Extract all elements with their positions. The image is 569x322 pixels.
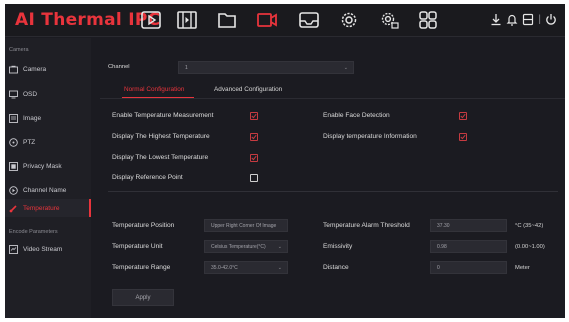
temperature-range-select[interactable]: 35.0-42.0°C ⌄ (204, 261, 288, 274)
sidebar-item-label: Privacy Mask (23, 162, 62, 170)
power-icon[interactable] (545, 13, 557, 26)
display-reference-point-label: Display Reference Point (112, 174, 183, 181)
sidebar-item-label: Channel Name (23, 186, 67, 194)
main-panel: Channel 1 ⌄ Normal Configuration Advance… (100, 38, 565, 318)
temperature-position-select[interactable]: Upper Right Corner Of Image (204, 219, 288, 232)
display-temperature-information-label: Display temperature Information (323, 133, 417, 140)
enable-face-detection-checkbox[interactable] (459, 112, 467, 120)
sidebar-item-image[interactable]: Image (5, 109, 91, 127)
top-bar: AI Thermal IPC | (5, 4, 565, 37)
separator: | (538, 14, 541, 25)
emissivity-label: Emissivity (323, 243, 353, 250)
brand-logo: AI Thermal IPC (15, 10, 161, 30)
sidebar-item-osd[interactable]: OSD (5, 85, 91, 103)
sidebar-item-label: Temperature (23, 204, 60, 212)
temperature-range-value: 35.0-42.0°C (211, 264, 238, 271)
tab-normal-configuration[interactable]: Normal Configuration (124, 86, 184, 93)
tab-advanced-configuration[interactable]: Advanced Configuration (214, 86, 282, 93)
channel-label: Channel (108, 64, 130, 70)
sidebar-item-label: PTZ (23, 138, 36, 146)
sidebar: Camera Camera OSD Image PTZ Privacy Mask… (5, 38, 91, 318)
enable-temperature-measurement-label: Enable Temperature Measurement (112, 112, 214, 119)
emissivity-unit: (0.00~1.00) (515, 244, 545, 250)
chevron-down-icon: ⌄ (343, 65, 348, 71)
video-stream-icon (9, 244, 18, 254)
channel-icon (9, 185, 18, 195)
channel-select[interactable]: 1 ⌄ (178, 61, 354, 74)
temperature-unit-value: Celsius Temperature(°C) (211, 243, 266, 250)
temperature-range-label: Temperature Range (112, 264, 171, 271)
inbox-icon[interactable] (298, 10, 320, 30)
camera-icon (9, 65, 18, 74)
alarm-threshold-input[interactable]: 37.30 (430, 219, 507, 232)
app-window: AI Thermal IPC | Camera Camera OSD Image… (5, 4, 565, 318)
settings-gear-icon[interactable] (338, 10, 360, 30)
temperature-position-label: Temperature Position (112, 222, 175, 229)
user-icon[interactable] (522, 13, 534, 26)
sidebar-section-encode: Encode Parameters (9, 229, 58, 235)
distance-label: Distance (323, 264, 349, 271)
thermometer-icon (9, 204, 18, 213)
grid-icon[interactable] (417, 10, 439, 30)
sidebar-item-privacy-mask[interactable]: Privacy Mask (5, 157, 91, 175)
temperature-unit-label: Temperature Unit (112, 243, 163, 250)
chevron-down-icon: ⌄ (277, 244, 282, 250)
sidebar-section-camera: Camera (9, 47, 29, 53)
chevron-down-icon: ⌄ (277, 265, 282, 271)
film-icon[interactable] (176, 10, 198, 30)
display-lowest-temperature-checkbox[interactable] (250, 154, 258, 162)
ptz-icon (9, 137, 18, 147)
temperature-position-value: Upper Right Corner Of Image (211, 222, 277, 229)
sidebar-item-camera[interactable]: Camera (5, 60, 91, 78)
download-icon[interactable] (490, 13, 502, 26)
display-temperature-information-checkbox[interactable] (459, 133, 467, 141)
channel-value: 1 (185, 64, 188, 71)
sidebar-item-video-stream[interactable]: Video Stream (5, 240, 91, 258)
display-reference-point-checkbox[interactable] (250, 174, 258, 182)
bell-icon[interactable] (506, 13, 518, 26)
enable-face-detection-label: Enable Face Detection (323, 112, 390, 119)
enable-temperature-measurement-checkbox[interactable] (250, 112, 258, 120)
temperature-unit-select[interactable]: Celsius Temperature(°C) ⌄ (204, 240, 288, 253)
sidebar-item-label: Camera (23, 65, 47, 73)
sidebar-item-ptz[interactable]: PTZ (5, 133, 91, 151)
mask-icon (9, 161, 18, 171)
apply-button[interactable]: Apply (112, 289, 174, 306)
folder-icon[interactable] (216, 10, 238, 30)
display-highest-temperature-label: Display The Highest Temperature (112, 133, 210, 140)
sidebar-item-label: Image (23, 114, 42, 122)
header-tools: | (490, 13, 557, 26)
distance-input[interactable]: 0 (430, 261, 507, 274)
sidebar-item-channel-name[interactable]: Channel Name (5, 181, 91, 199)
gear-network-icon[interactable] (378, 10, 400, 30)
image-icon (9, 113, 18, 123)
sidebar-item-temperature[interactable]: Temperature (5, 199, 91, 217)
sidebar-item-label: OSD (23, 90, 38, 98)
monitor-icon (9, 90, 18, 99)
display-lowest-temperature-label: Display The Lowest Temperature (112, 154, 209, 161)
camera-record-icon[interactable] (256, 10, 278, 30)
emissivity-input[interactable]: 0.98 (430, 240, 507, 253)
section-divider (108, 191, 558, 192)
alarm-threshold-unit: °C (35~42) (515, 223, 544, 229)
display-highest-temperature-checkbox[interactable] (250, 133, 258, 141)
distance-unit: Meter (515, 265, 530, 271)
sidebar-item-label: Video Stream (23, 245, 63, 253)
tabs-divider (100, 98, 565, 99)
alarm-threshold-label: Temperature Alarm Threshold (323, 222, 410, 229)
play-icon[interactable] (140, 10, 162, 30)
